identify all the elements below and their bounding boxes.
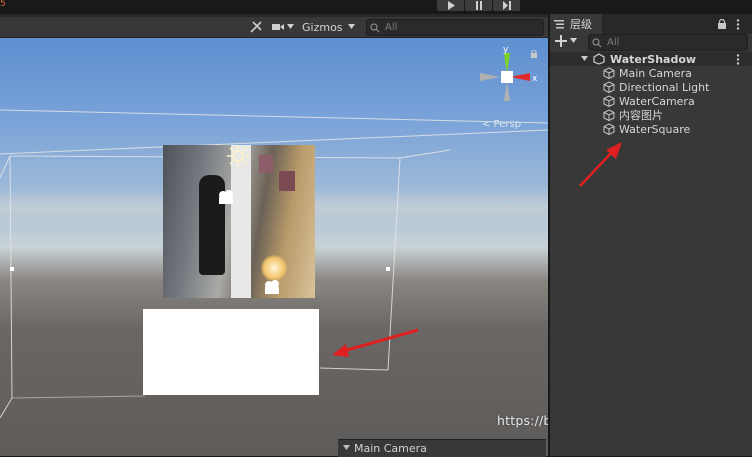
gizmos-dropdown[interactable]: Gizmos <box>302 19 356 35</box>
frustum-handle[interactable] <box>386 267 390 271</box>
pause-button[interactable] <box>465 0 492 11</box>
search-placeholder: All <box>385 22 398 33</box>
y-axis-cone[interactable] <box>504 53 510 74</box>
center-cube[interactable] <box>501 71 513 83</box>
more-options-icon[interactable] <box>736 19 740 30</box>
step-icon <box>502 1 511 10</box>
pause-icon <box>475 1 482 10</box>
directional-light-icon[interactable] <box>226 144 250 168</box>
list-icon <box>554 20 564 29</box>
photo-poster <box>279 171 295 191</box>
tree-item-label: 内容图片 <box>619 109 663 122</box>
play-icon <box>447 1 455 10</box>
chevron-down-icon <box>570 38 577 43</box>
more-options-icon[interactable] <box>736 53 740 65</box>
watermark-text: https://blog.csdn.net/qq_27489007 <box>497 413 548 428</box>
annotation-arrow <box>579 142 622 187</box>
x-axis-label: x <box>532 74 538 84</box>
step-button[interactable] <box>493 0 520 11</box>
plus-icon <box>555 35 567 47</box>
chevron-down-icon <box>343 445 350 450</box>
tree-item[interactable]: Main Camera <box>550 66 752 80</box>
gizmos-label: Gizmos <box>302 20 343 34</box>
tree-root-watershadow[interactable]: WaterShadow <box>550 52 752 66</box>
chevron-down-icon <box>581 56 588 61</box>
search-placeholder: All <box>607 37 620 48</box>
search-icon <box>370 23 380 32</box>
tools-icon <box>250 21 262 33</box>
tools-toggle[interactable] <box>249 19 263 35</box>
lock-icon[interactable] <box>718 19 726 29</box>
chevron-down-icon <box>287 24 294 29</box>
lock-icon[interactable] <box>530 50 538 58</box>
hierarchy-tabbar: 层级 <box>550 14 752 34</box>
gameobject-cube-icon <box>603 67 615 79</box>
tree-item-label: WaterCamera <box>619 94 695 108</box>
tree-item[interactable]: WaterCamera <box>550 94 752 108</box>
search-icon <box>592 38 602 47</box>
gameobject-cube-icon <box>603 109 615 121</box>
camera-preview-label: Main Camera <box>354 442 427 455</box>
tree-item-label: WaterSquare <box>619 122 691 136</box>
scene-viewport[interactable]: y x < Persp https://blog.csdn.net/qq_274… <box>0 38 548 456</box>
camera-gizmo-icon[interactable] <box>262 278 284 296</box>
create-dropdown[interactable] <box>555 35 578 47</box>
scene-toolbar: Gizmos All <box>0 17 548 38</box>
hierarchy-toolbar: All <box>550 34 752 51</box>
tab-hierarchy[interactable]: 层级 <box>550 14 602 34</box>
tree-item[interactable]: Directional Light <box>550 80 752 94</box>
photo-poster <box>259 155 273 173</box>
neg-y-axis-cone[interactable] <box>504 82 510 101</box>
camera-icon <box>272 24 284 30</box>
camera-dropdown[interactable] <box>272 19 295 35</box>
projection-label[interactable]: < Persp <box>482 119 521 130</box>
tree-item-label: Directional Light <box>619 80 710 94</box>
gameobject-cube-icon <box>603 95 615 107</box>
neg-x-axis-cone[interactable] <box>480 73 500 81</box>
tree-item-label: Main Camera <box>619 66 692 80</box>
chevron-down-icon <box>347 24 355 29</box>
unity-scene-icon <box>593 53 605 65</box>
hierarchy-panel: 层级 All WaterShadow Main Camera Direction… <box>550 14 752 456</box>
tree-item[interactable]: 内容图片 <box>550 108 752 122</box>
camera-preview-tab[interactable]: Main Camera <box>338 439 546 457</box>
tree-item[interactable]: WaterSquare <box>550 122 752 136</box>
frustum-handle[interactable] <box>10 267 14 271</box>
tree-root-label: WaterShadow <box>610 52 697 66</box>
unity-logo: 5 <box>0 0 6 9</box>
top-toolbar: 5 <box>0 0 752 14</box>
y-axis-label: y <box>503 45 509 55</box>
gameobject-cube-icon <box>603 81 615 93</box>
hierarchy-search-input[interactable]: All <box>588 34 748 51</box>
gameobject-cube-icon <box>603 123 615 135</box>
camera-gizmo-icon[interactable] <box>216 188 238 206</box>
scene-search-input[interactable]: All <box>366 19 544 36</box>
play-button[interactable] <box>437 0 464 11</box>
annotation-arrow <box>332 328 419 357</box>
hierarchy-tab-label: 层级 <box>570 18 592 31</box>
water-square-quad[interactable] <box>143 309 319 395</box>
